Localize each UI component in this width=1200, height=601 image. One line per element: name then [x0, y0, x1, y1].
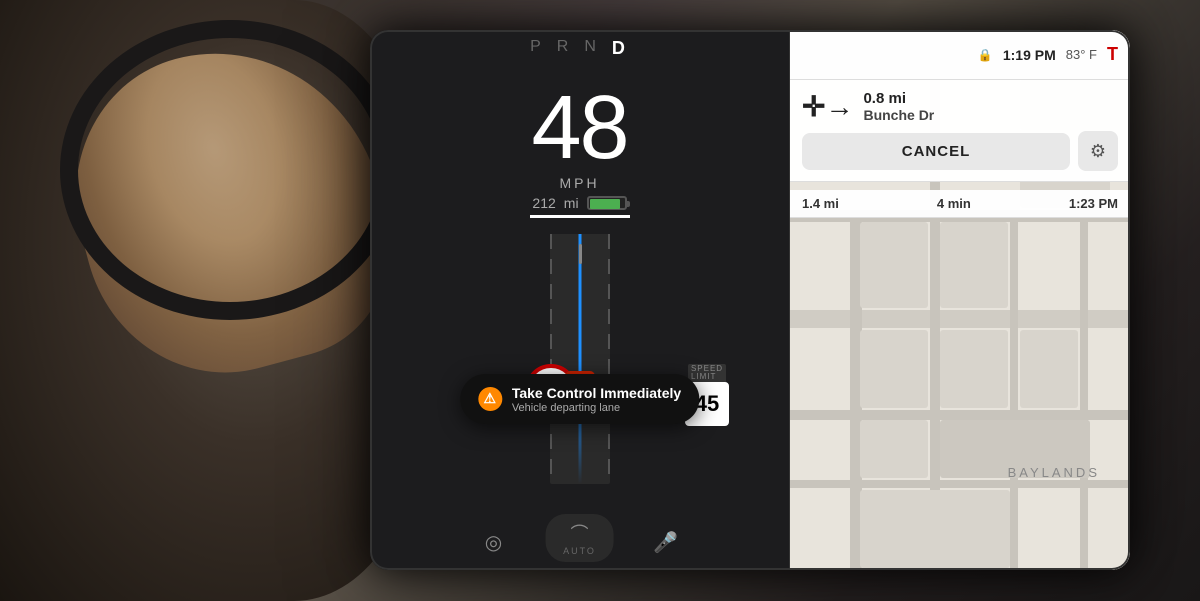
mic-icon: 🎤	[653, 530, 678, 555]
gear-selector: P R N D	[370, 38, 789, 59]
road-center-line	[578, 234, 581, 484]
gear-r[interactable]: R	[557, 38, 573, 59]
map-topbar: 🔒 1:19 PM 83° F T	[790, 30, 1130, 80]
radar-button[interactable]: ◎	[476, 524, 512, 560]
eta-duration-value: 4 min	[937, 196, 971, 211]
battery-fill	[590, 199, 621, 209]
eta-row: 1.4 mi 4 min 1:23 PM	[790, 190, 1130, 218]
tesla-logo: T	[1107, 44, 1118, 65]
speed-limit-label: SPEEDLIMIT	[688, 364, 726, 382]
eta-distance: 1.4 mi	[802, 196, 839, 211]
nav-turn-arrow: ✛→	[802, 90, 853, 123]
alert-banner: ⚠ Take Control Immediately Vehicle depar…	[460, 374, 699, 424]
speed-unit: MPH	[370, 175, 789, 191]
speed-display: 48 MPH	[370, 63, 789, 191]
alert-subtitle: Vehicle departing lane	[512, 402, 681, 414]
alert-warning-icon: ⚠	[478, 387, 502, 411]
range-unit: mi	[564, 195, 579, 211]
road-visualization: 50 SPEEDLIMIT 45 ⚠ Take Control Immediat…	[370, 234, 789, 484]
lock-icon: 🔒	[978, 48, 993, 62]
gear-d[interactable]: D	[612, 38, 629, 59]
steering-wheel-area	[0, 0, 420, 601]
mic-button[interactable]: 🎤	[648, 524, 684, 560]
speed-value: 48	[370, 83, 789, 173]
tesla-touchscreen: P R N D 48 MPH 212 mi	[370, 30, 1130, 570]
wiper-label: AUTO	[563, 546, 596, 556]
nav-distance: 0.8 mi	[863, 90, 934, 107]
eta-distance-value: 1.4 mi	[802, 196, 839, 211]
speed-divider	[530, 215, 630, 218]
range-value: 212	[532, 195, 555, 211]
wiper-icon: ⌒	[571, 520, 589, 546]
map-time: 1:19 PM	[1003, 47, 1056, 63]
battery-bar	[587, 196, 627, 210]
road-post	[579, 244, 582, 264]
gear-icon: ⚙	[1090, 141, 1106, 162]
nav-settings-button[interactable]: ⚙	[1078, 131, 1118, 171]
steering-wheel-rim	[60, 20, 400, 320]
alert-title: Take Control Immediately	[512, 384, 681, 402]
lane-marker-left	[550, 234, 552, 484]
map-label-baylands: BAYLANDS	[1008, 465, 1100, 480]
gear-n[interactable]: N	[584, 38, 600, 59]
gear-p[interactable]: P	[530, 38, 545, 59]
map-temperature: 83° F	[1066, 47, 1097, 62]
eta-arrival-value: 1:23 PM	[1069, 196, 1118, 211]
radar-icon: ◎	[485, 530, 502, 555]
nav-direction-row: ✛→ 0.8 mi Bunche Dr	[802, 90, 1118, 123]
instrument-cluster: P R N D 48 MPH 212 mi	[370, 30, 790, 570]
eta-arrival: 1:23 PM	[1069, 196, 1118, 211]
map-panel[interactable]: 🔒 1:19 PM 83° F T ✛→ 0.8 mi Bunche Dr CA…	[790, 30, 1130, 570]
navigation-card: ✛→ 0.8 mi Bunche Dr CANCEL ⚙	[790, 80, 1130, 182]
nav-action-row: CANCEL ⚙	[802, 131, 1118, 171]
nav-street: Bunche Dr	[863, 107, 934, 123]
cancel-navigation-button[interactable]: CANCEL	[802, 133, 1070, 170]
lane-marker-right	[608, 234, 610, 484]
eta-duration: 4 min	[937, 196, 971, 211]
wiper-control[interactable]: ⌒ AUTO	[545, 514, 614, 562]
range-display: 212 mi	[370, 195, 789, 211]
